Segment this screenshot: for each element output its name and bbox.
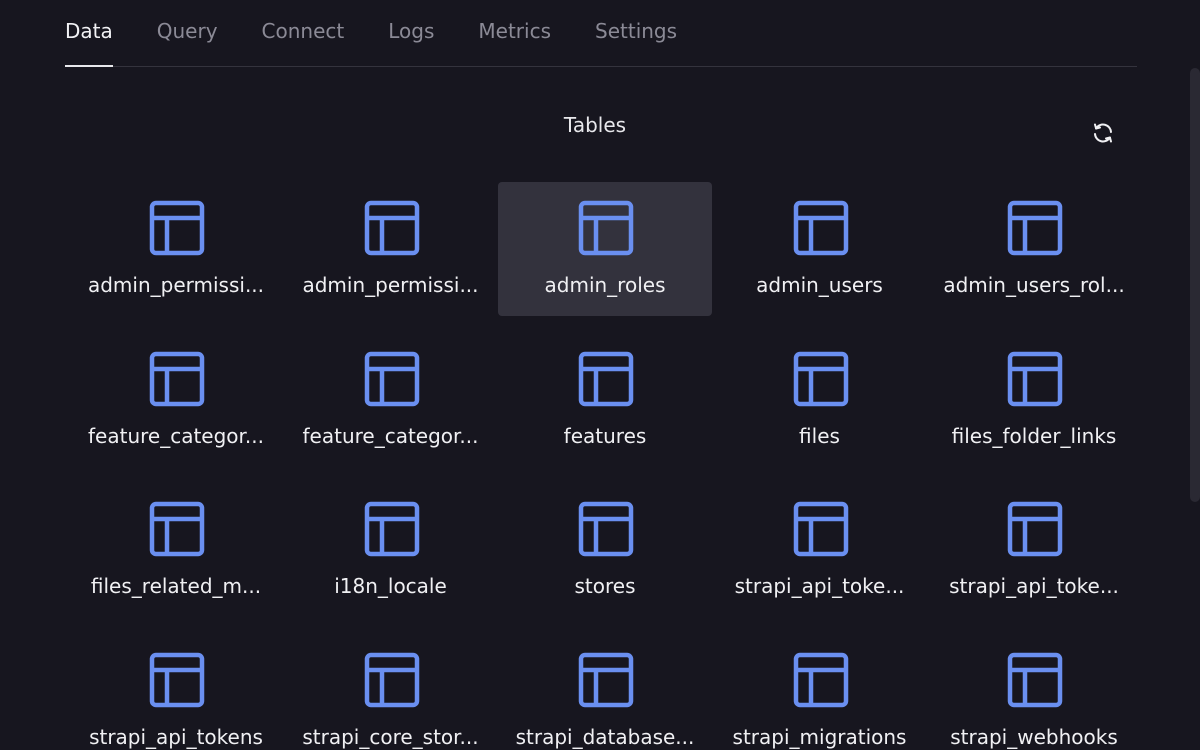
table-icon xyxy=(1007,351,1063,406)
table-icon xyxy=(149,652,205,707)
table-icon xyxy=(793,501,848,557)
table-label: admin_permissi... xyxy=(87,273,265,297)
table-item[interactable]: strapi_webhooks xyxy=(927,634,1141,750)
tab-query[interactable]: Query xyxy=(157,0,218,66)
table-label: strapi_webhooks xyxy=(950,724,1118,749)
table-icon xyxy=(578,351,634,406)
table-icon xyxy=(1007,200,1063,256)
table-icon xyxy=(149,200,205,256)
table-icon xyxy=(1007,501,1063,557)
scrollbar[interactable] xyxy=(1190,68,1200,502)
table-label: admin_users xyxy=(756,273,883,297)
table-icon xyxy=(149,501,205,557)
table-label: strapi_api_tokens xyxy=(89,724,263,749)
table-item[interactable]: admin_permissi... xyxy=(69,182,283,316)
table-icon xyxy=(793,652,848,707)
table-label: strapi_core_stor... xyxy=(302,724,479,749)
refresh-icon xyxy=(1094,123,1112,143)
table-item[interactable]: admin_permissi... xyxy=(284,182,498,316)
table-icon xyxy=(578,652,634,707)
table-icon xyxy=(364,652,419,707)
refresh-button[interactable] xyxy=(1088,118,1118,148)
table-item[interactable]: strapi_api_toke... xyxy=(713,483,927,617)
table-item[interactable]: files_folder_links xyxy=(927,333,1141,467)
table-item[interactable]: admin_users xyxy=(713,182,927,316)
table-label: admin_users_rol... xyxy=(943,273,1125,297)
table-label: files xyxy=(799,423,840,448)
table-item[interactable]: strapi_database... xyxy=(498,634,712,750)
table-label: strapi_migrations xyxy=(732,724,907,749)
table-item[interactable]: files xyxy=(713,333,927,467)
tab-logs[interactable]: Logs xyxy=(388,0,434,66)
table-label: stores xyxy=(574,574,636,598)
table-item[interactable]: strapi_migrations xyxy=(713,634,927,750)
table-label: strapi_api_toke... xyxy=(949,574,1119,598)
table-icon xyxy=(364,351,419,406)
table-label: strapi_database... xyxy=(515,724,695,749)
tab-connect[interactable]: Connect xyxy=(262,0,345,66)
table-label: files_related_m... xyxy=(90,574,262,598)
table-label: strapi_api_toke... xyxy=(734,574,905,598)
table-label: admin_roles xyxy=(544,273,666,297)
table-item[interactable]: admin_users_rol... xyxy=(927,182,1141,316)
tab-data[interactable]: Data xyxy=(65,0,113,67)
table-item[interactable]: feature_categor... xyxy=(69,333,283,467)
table-item[interactable]: strapi_api_toke... xyxy=(927,483,1141,617)
tab-settings[interactable]: Settings xyxy=(595,0,677,66)
table-item[interactable]: admin_roles xyxy=(498,182,712,316)
table-label: features xyxy=(563,423,647,448)
table-label: feature_categor... xyxy=(302,423,479,448)
table-icon xyxy=(793,200,848,256)
table-icon xyxy=(578,200,634,256)
table-label: files_folder_links xyxy=(951,423,1117,448)
table-icon xyxy=(1007,652,1063,707)
table-icon xyxy=(578,501,634,557)
table-item[interactable]: i18n_locale xyxy=(284,483,498,617)
table-label: feature_categor... xyxy=(88,423,264,448)
table-icon xyxy=(149,351,205,406)
table-icon xyxy=(364,501,419,557)
table-item[interactable]: stores xyxy=(498,483,712,617)
table-label: i18n_locale xyxy=(334,574,447,598)
tab-bar: Data Query Connect Logs Metrics Settings xyxy=(65,0,1137,67)
database-explorer: Data Query Connect Logs Metrics Settings Tabl… xyxy=(0,0,1200,750)
table-item[interactable]: feature_categor... xyxy=(284,333,498,467)
table-label: admin_permissi... xyxy=(302,273,479,297)
table-item[interactable]: files_related_m... xyxy=(69,483,283,617)
table-item[interactable]: strapi_api_tokens xyxy=(69,634,283,750)
section-title: Tables xyxy=(563,113,627,137)
table-item[interactable]: strapi_core_stor... xyxy=(284,634,498,750)
table-item[interactable]: features xyxy=(498,333,712,467)
table-icon xyxy=(364,200,419,256)
tab-metrics[interactable]: Metrics xyxy=(478,0,551,66)
table-icon xyxy=(793,351,848,406)
